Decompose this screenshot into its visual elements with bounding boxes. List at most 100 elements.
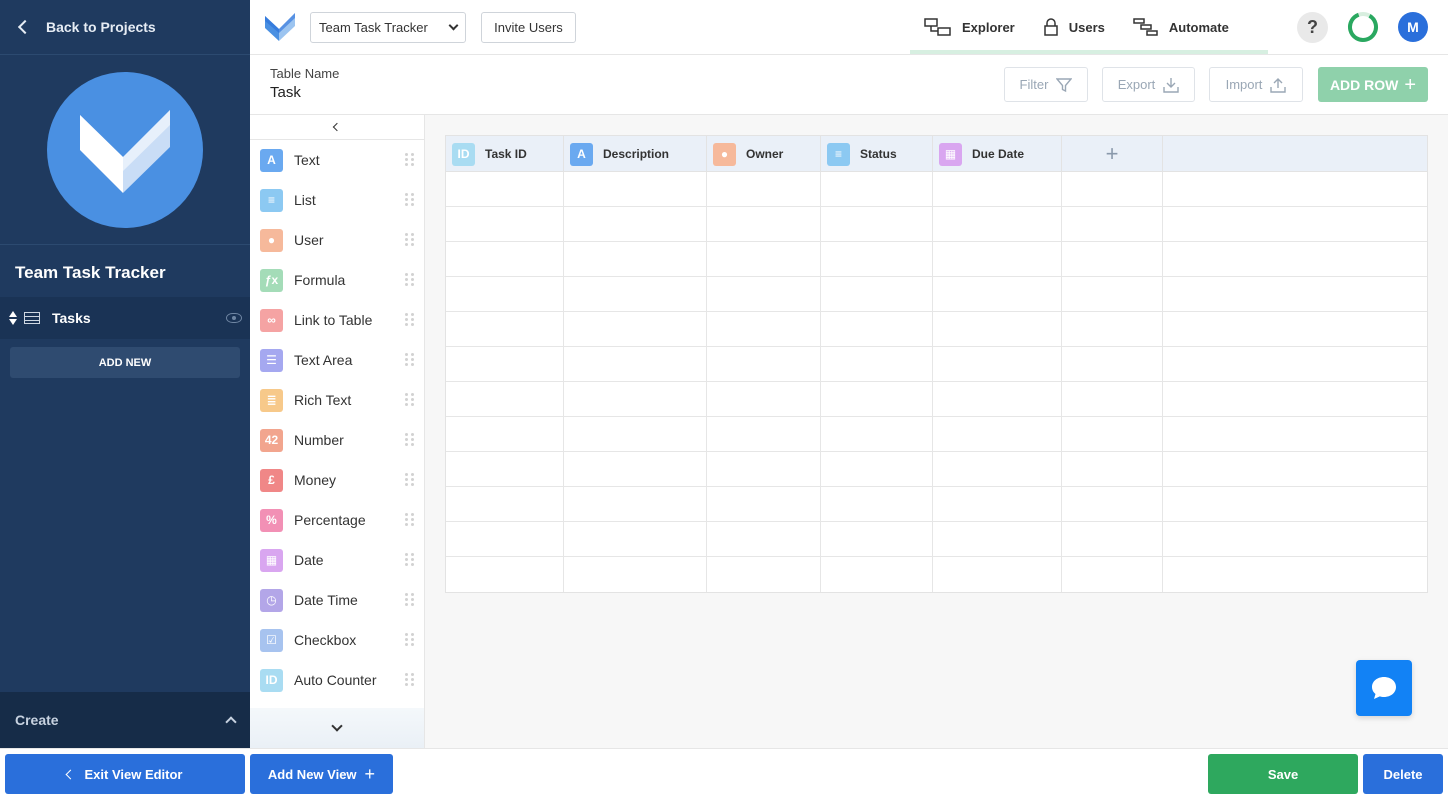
drag-handle-icon[interactable] — [405, 353, 414, 367]
table-cell[interactable] — [821, 312, 933, 347]
table-cell[interactable] — [1062, 382, 1163, 417]
table-cell[interactable] — [446, 452, 564, 487]
table-row[interactable] — [446, 487, 1427, 522]
column-header-status[interactable]: ≡ Status — [821, 136, 933, 172]
scroll-down-button[interactable] — [250, 708, 424, 748]
table-cell[interactable] — [564, 207, 707, 242]
table-row[interactable] — [446, 557, 1427, 592]
save-button[interactable]: Save — [1208, 754, 1358, 794]
progress-ring-icon[interactable] — [1347, 11, 1379, 43]
table-cell[interactable] — [564, 557, 707, 592]
drag-handle-icon[interactable] — [405, 393, 414, 407]
table-cell[interactable] — [564, 452, 707, 487]
field-type-rich-text[interactable]: ≣ Rich Text — [250, 380, 424, 420]
table-row[interactable] — [446, 347, 1427, 382]
drag-handle-icon[interactable] — [405, 473, 414, 487]
table-row[interactable] — [446, 382, 1427, 417]
table-cell[interactable] — [707, 487, 821, 522]
table-cell[interactable] — [564, 417, 707, 452]
drag-handle-icon[interactable] — [405, 153, 414, 167]
table-cell[interactable] — [707, 452, 821, 487]
field-type-checkbox[interactable]: ☑ Checkbox — [250, 620, 424, 660]
table-cell[interactable] — [1062, 557, 1163, 592]
column-header-owner[interactable]: ● Owner — [707, 136, 821, 172]
table-cell[interactable] — [564, 382, 707, 417]
table-cell[interactable] — [446, 277, 564, 312]
table-cell[interactable] — [446, 487, 564, 522]
collapse-palette-button[interactable] — [250, 115, 424, 140]
field-type-list[interactable]: ≡ List — [250, 180, 424, 220]
drag-handle-icon[interactable] — [405, 273, 414, 287]
table-cell[interactable] — [707, 242, 821, 277]
table-cell[interactable] — [446, 347, 564, 382]
drag-handle-icon[interactable] — [405, 553, 414, 567]
field-type-date[interactable]: ▦ Date — [250, 540, 424, 580]
drag-handle-icon[interactable] — [405, 633, 414, 647]
table-cell[interactable] — [1062, 172, 1163, 207]
tab-automate[interactable]: Automate — [1119, 0, 1243, 54]
field-type-auto-counter[interactable]: ID Auto Counter — [250, 660, 424, 700]
table-cell[interactable] — [707, 522, 821, 557]
column-header-description[interactable]: A Description — [564, 136, 707, 172]
drag-handle-icon[interactable] — [405, 313, 414, 327]
table-cell[interactable] — [933, 242, 1062, 277]
table-row[interactable] — [446, 207, 1427, 242]
avatar[interactable]: M — [1398, 12, 1428, 42]
add-new-view-button[interactable]: Add New View + — [250, 754, 393, 794]
table-cell[interactable] — [933, 417, 1062, 452]
field-type-text[interactable]: A Text — [250, 140, 424, 180]
table-row[interactable] — [446, 312, 1427, 347]
sort-handle-icon[interactable] — [8, 311, 18, 325]
table-cell[interactable] — [933, 522, 1062, 557]
table-cell[interactable] — [1062, 522, 1163, 557]
table-cell[interactable] — [821, 242, 933, 277]
drag-handle-icon[interactable] — [405, 193, 414, 207]
table-cell[interactable] — [446, 242, 564, 277]
table-cell[interactable] — [821, 277, 933, 312]
table-cell[interactable] — [1062, 277, 1163, 312]
drag-handle-icon[interactable] — [405, 593, 414, 607]
chat-button[interactable] — [1356, 660, 1412, 716]
table-cell[interactable] — [933, 347, 1062, 382]
sidebar-item-tasks[interactable]: Tasks — [0, 297, 250, 339]
table-cell[interactable] — [1062, 487, 1163, 522]
invite-users-button[interactable]: Invite Users — [481, 12, 576, 43]
add-row-button[interactable]: ADD ROW + — [1318, 67, 1428, 102]
table-cell[interactable] — [564, 242, 707, 277]
drag-handle-icon[interactable] — [405, 433, 414, 447]
table-cell[interactable] — [821, 172, 933, 207]
table-cell[interactable] — [707, 312, 821, 347]
table-cell[interactable] — [821, 452, 933, 487]
table-cell[interactable] — [933, 452, 1062, 487]
table-cell[interactable] — [564, 172, 707, 207]
table-cell[interactable] — [933, 487, 1062, 522]
table-cell[interactable] — [707, 382, 821, 417]
project-select[interactable]: Team Task Tracker — [310, 12, 466, 43]
table-cell[interactable] — [446, 417, 564, 452]
table-cell[interactable] — [1062, 417, 1163, 452]
field-type-text-area[interactable]: ☰ Text Area — [250, 340, 424, 380]
back-to-projects-link[interactable]: Back to Projects — [0, 0, 250, 55]
table-cell[interactable] — [821, 347, 933, 382]
field-type-percentage[interactable]: % Percentage — [250, 500, 424, 540]
table-cell[interactable] — [933, 382, 1062, 417]
table-cell[interactable] — [821, 522, 933, 557]
tab-users[interactable]: Users — [1029, 0, 1119, 54]
table-cell[interactable] — [707, 172, 821, 207]
table-cell[interactable] — [821, 487, 933, 522]
table-cell[interactable] — [933, 557, 1062, 592]
field-type-user[interactable]: ● User — [250, 220, 424, 260]
table-cell[interactable] — [821, 207, 933, 242]
table-cell[interactable] — [446, 382, 564, 417]
tab-explorer[interactable]: Explorer — [910, 0, 1029, 54]
table-cell[interactable] — [707, 347, 821, 382]
table-cell[interactable] — [707, 557, 821, 592]
table-cell[interactable] — [933, 277, 1062, 312]
table-cell[interactable] — [564, 312, 707, 347]
table-row[interactable] — [446, 277, 1427, 312]
table-row[interactable] — [446, 242, 1427, 277]
import-button[interactable]: Import — [1209, 67, 1303, 102]
table-cell[interactable] — [821, 417, 933, 452]
table-row[interactable] — [446, 172, 1427, 207]
table-cell[interactable] — [446, 312, 564, 347]
